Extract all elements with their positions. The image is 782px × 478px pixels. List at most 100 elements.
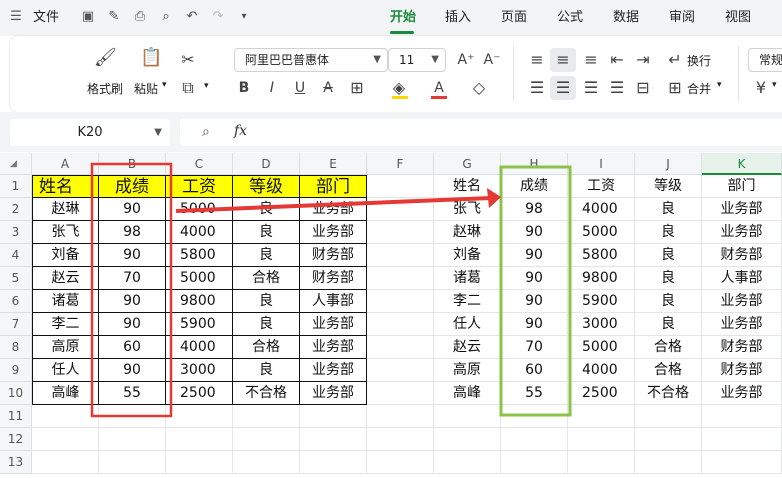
column-header-b[interactable]: B [99, 153, 166, 175]
merge-dropdown-icon[interactable]: ▾ [717, 80, 722, 90]
row-header-6[interactable]: 6 [0, 290, 32, 313]
right-table-cell[interactable]: 良 [635, 221, 702, 244]
right-table-cell[interactable]: 刘备 [434, 244, 501, 267]
align-right-icon[interactable]: ☰ [582, 78, 600, 98]
right-table-cell[interactable]: 4000 [568, 198, 635, 221]
right-table-cell[interactable]: 财务部 [702, 336, 782, 359]
zoom-icon[interactable]: ⌕ [202, 124, 210, 140]
left-table-cell[interactable]: 不合格 [233, 382, 300, 405]
right-table-header-cell[interactable]: 工资 [568, 175, 635, 198]
grid-cell[interactable] [367, 267, 434, 290]
right-table-cell[interactable]: 4000 [568, 359, 635, 382]
tab-formula[interactable]: 公式 [557, 0, 583, 36]
grid-cell[interactable] [300, 451, 367, 474]
underline-icon[interactable]: U [292, 78, 308, 98]
left-table-cell[interactable]: 业务部 [300, 313, 367, 336]
grid-cell[interactable] [99, 451, 166, 474]
grid-cell[interactable] [702, 405, 782, 428]
grid-cell[interactable] [434, 405, 501, 428]
grid-cell[interactable] [367, 428, 434, 451]
paste-icon[interactable]: 📋 [140, 48, 162, 68]
left-table-cell[interactable]: 5000 [166, 198, 233, 221]
left-table-cell[interactable]: 9800 [166, 290, 233, 313]
column-header-j[interactable]: J [635, 153, 702, 175]
right-table-cell[interactable]: 任人 [434, 313, 501, 336]
right-table-cell[interactable]: 人事部 [702, 267, 782, 290]
right-table-cell[interactable]: 良 [635, 267, 702, 290]
clear-format-icon[interactable]: ◇ [470, 78, 488, 98]
row-header-9[interactable]: 9 [0, 359, 32, 382]
grid-cell[interactable] [501, 405, 568, 428]
strikethrough-icon[interactable]: A [320, 78, 336, 98]
right-table-cell[interactable]: 张飞 [434, 198, 501, 221]
right-table-header-cell[interactable]: 部门 [702, 175, 782, 198]
increase-font-icon[interactable]: A⁺ [456, 50, 476, 70]
grid-cell[interactable] [635, 451, 702, 474]
font-name-select[interactable]: 阿里巴巴普惠体 ▼ [234, 48, 388, 72]
left-table-header-cell[interactable]: 等级 [233, 175, 300, 198]
left-table-cell[interactable]: 高峰 [32, 382, 99, 405]
left-table-cell[interactable]: 70 [99, 267, 166, 290]
right-table-cell[interactable]: 55 [501, 382, 568, 405]
column-header-e[interactable]: E [300, 153, 367, 175]
grid-cell[interactable] [568, 405, 635, 428]
left-table-header-cell[interactable]: 姓名 [32, 175, 99, 198]
left-table-cell[interactable]: 4000 [166, 336, 233, 359]
grid-cell[interactable] [233, 428, 300, 451]
row-header-10[interactable]: 10 [0, 382, 32, 405]
grid-cell[interactable] [32, 451, 99, 474]
right-table-cell[interactable]: 不合格 [635, 382, 702, 405]
left-table-cell[interactable]: 5800 [166, 244, 233, 267]
right-table-cell[interactable]: 90 [501, 244, 568, 267]
left-table-header-cell[interactable]: 成绩 [99, 175, 166, 198]
row-header-3[interactable]: 3 [0, 221, 32, 244]
right-table-header-cell[interactable]: 等级 [635, 175, 702, 198]
grid-cell[interactable] [32, 405, 99, 428]
right-table-cell[interactable]: 业务部 [702, 198, 782, 221]
file-menu[interactable]: 文件 [33, 0, 59, 36]
left-table-cell[interactable]: 诸葛 [32, 290, 99, 313]
grid-cell[interactable] [501, 428, 568, 451]
align-top-icon[interactable]: ≡ [528, 50, 546, 70]
grid-cell[interactable] [568, 428, 635, 451]
right-table-cell[interactable]: 90 [501, 313, 568, 336]
right-table-cell[interactable]: 90 [501, 267, 568, 290]
grid-cell[interactable] [166, 428, 233, 451]
left-table-cell[interactable]: 财务部 [300, 244, 367, 267]
left-table-header-cell[interactable]: 部门 [300, 175, 367, 198]
grid-cell[interactable] [568, 451, 635, 474]
row-header-8[interactable]: 8 [0, 336, 32, 359]
grid-cell[interactable] [99, 405, 166, 428]
left-table-cell[interactable]: 3000 [166, 359, 233, 382]
left-table-cell[interactable]: 良 [233, 290, 300, 313]
left-table-cell[interactable]: 赵云 [32, 267, 99, 290]
left-table-cell[interactable]: 高原 [32, 336, 99, 359]
right-table-cell[interactable]: 业务部 [702, 221, 782, 244]
grid-cell[interactable] [367, 221, 434, 244]
right-table-cell[interactable]: 良 [635, 244, 702, 267]
fill-color-icon[interactable]: ◈ [390, 78, 408, 98]
column-header-h[interactable]: H [501, 153, 568, 175]
right-table-cell[interactable]: 70 [501, 336, 568, 359]
right-table-cell[interactable]: 9800 [568, 267, 635, 290]
row-header-1[interactable]: 1 [0, 175, 32, 198]
merge-icon[interactable]: ⊞ [666, 78, 684, 98]
right-table-cell[interactable]: 业务部 [702, 382, 782, 405]
grid-cell[interactable] [367, 198, 434, 221]
justify-icon[interactable]: ☰ [608, 78, 626, 98]
row-header-5[interactable]: 5 [0, 267, 32, 290]
paste-button[interactable]: 粘贴 [134, 80, 158, 97]
right-table-cell[interactable]: 98 [501, 198, 568, 221]
left-table-cell[interactable]: 合格 [233, 336, 300, 359]
pen-icon[interactable]: ✎ [106, 9, 122, 25]
decrease-font-icon[interactable]: A⁻ [482, 50, 502, 70]
right-table-cell[interactable]: 赵琳 [434, 221, 501, 244]
grid-cell[interactable] [367, 336, 434, 359]
column-header-c[interactable]: C [166, 153, 233, 175]
font-color-icon[interactable]: A [430, 78, 448, 98]
column-header-f[interactable]: F [367, 153, 434, 175]
column-header-k[interactable]: K [702, 153, 782, 175]
left-table-cell[interactable]: 良 [233, 313, 300, 336]
redo-icon[interactable]: ↷ [210, 9, 226, 25]
grid-cell[interactable] [367, 405, 434, 428]
